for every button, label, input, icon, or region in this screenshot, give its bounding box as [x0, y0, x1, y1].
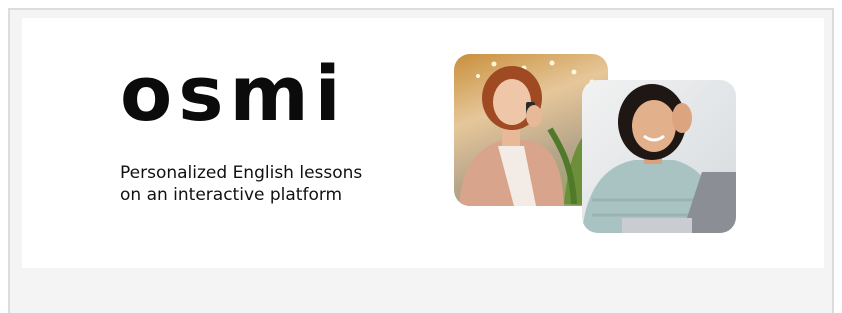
osmi-logo: osmi	[120, 49, 347, 138]
photo-woman-with-laptop	[582, 80, 736, 233]
hero-banner: osmi Personalized English lessons on an …	[22, 18, 824, 268]
tagline-line-2: on an interactive platform	[120, 185, 343, 205]
tagline-line-1: Personalized English lessons	[120, 163, 363, 183]
tagline: Personalized English lessons on an inter…	[120, 162, 420, 206]
